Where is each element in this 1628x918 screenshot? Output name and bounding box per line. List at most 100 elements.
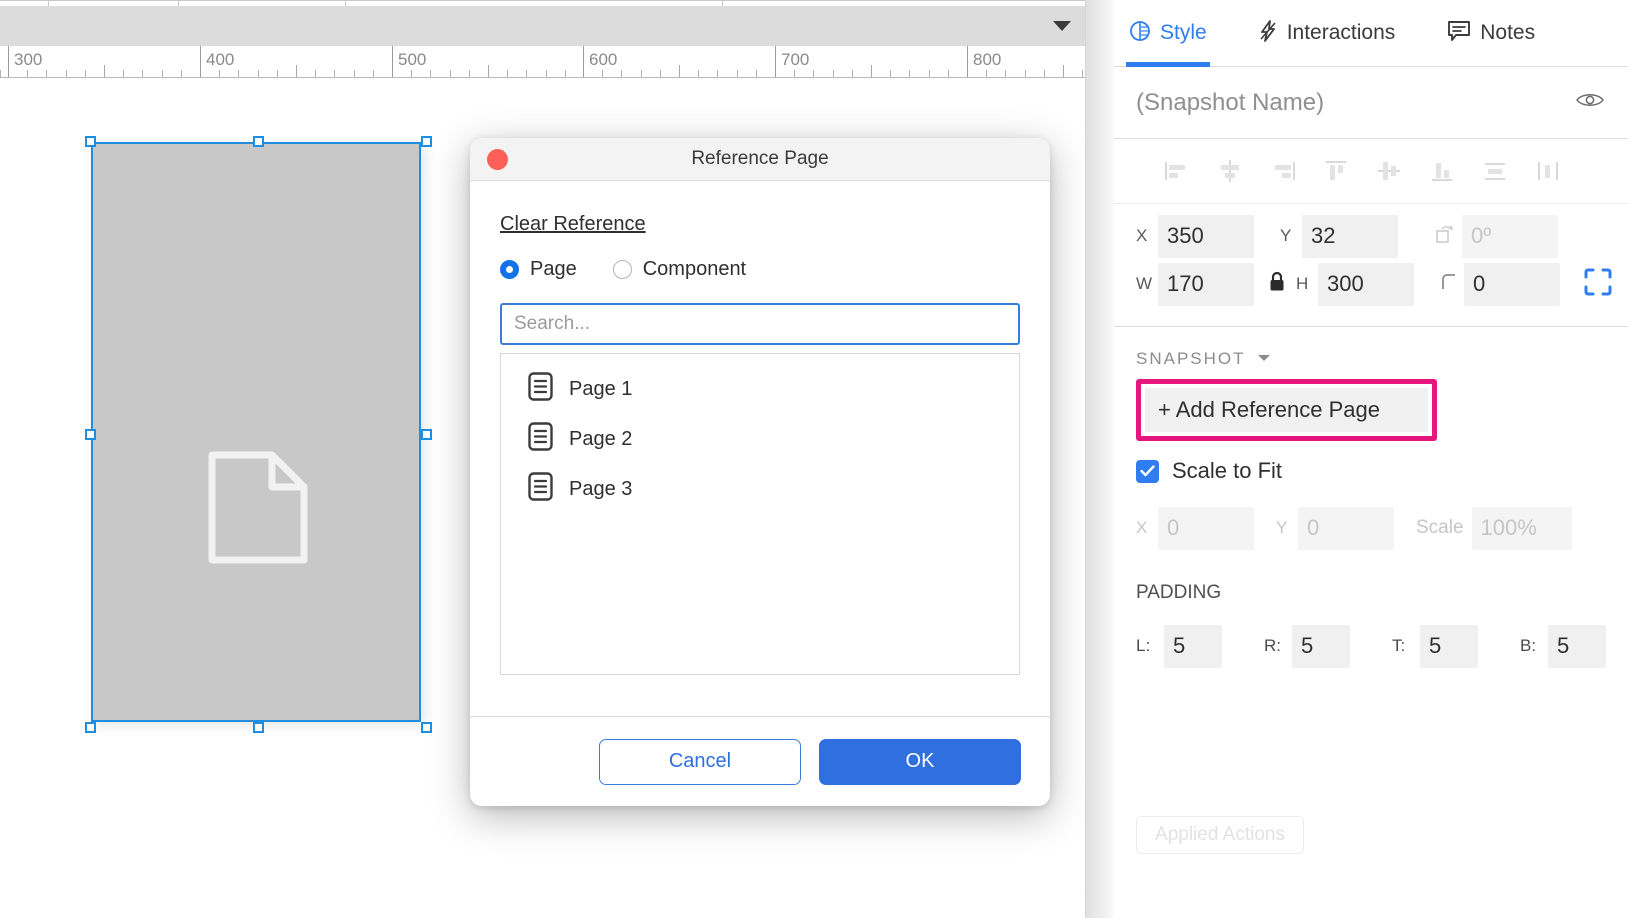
ruler-minor-tick [833, 70, 834, 77]
ruler-label: 500 [398, 50, 426, 70]
tab-strip-divider [0, 0, 1085, 1]
horizontal-ruler[interactable]: 300400500600700800 [0, 46, 1085, 78]
padding-top-input[interactable] [1420, 625, 1478, 668]
cancel-button[interactable]: Cancel [599, 739, 801, 785]
clear-reference-link[interactable]: Clear Reference [500, 213, 646, 236]
list-item[interactable]: Page 2 [501, 414, 1019, 464]
list-item[interactable]: Page 3 [501, 464, 1019, 514]
padding-left-input[interactable] [1164, 625, 1222, 668]
align-top-icon[interactable] [1309, 151, 1362, 191]
align-center-horizontal-icon[interactable] [1203, 151, 1256, 191]
ruler-minor-tick [0, 70, 1, 77]
padding-right-input[interactable] [1292, 625, 1350, 668]
page-list[interactable]: Page 1 Page 2 [500, 353, 1020, 675]
align-left-icon[interactable] [1150, 151, 1203, 191]
snapshot-x-input[interactable] [1158, 507, 1254, 550]
tab-interactions[interactable]: Interactions [1258, 0, 1396, 67]
ok-button[interactable]: OK [819, 739, 1021, 785]
ruler-minor-tick [621, 70, 622, 77]
ruler-minor-tick [1044, 70, 1045, 77]
height-input[interactable] [1318, 263, 1414, 306]
inspector-panel: Style Interactions [1085, 0, 1628, 918]
radio-option-component[interactable]: Component [613, 258, 746, 281]
align-center-vertical-icon[interactable] [1362, 151, 1415, 191]
ruler-minor-tick [277, 70, 278, 77]
selection-rectangle[interactable] [91, 142, 421, 722]
geometry-section: X Y W [1114, 204, 1628, 327]
x-label: X [1136, 226, 1158, 246]
ruler-minor-tick [737, 70, 738, 77]
radio-option-page[interactable]: Page [500, 258, 577, 281]
ruler-minor-tick [929, 70, 930, 77]
document-icon [208, 451, 308, 564]
list-item[interactable]: Page 1 [501, 364, 1019, 414]
width-input[interactable] [1158, 263, 1254, 306]
search-field[interactable] [500, 303, 1020, 345]
ruler-minor-tick [641, 70, 642, 77]
distribute-horizontal-icon[interactable] [1468, 151, 1521, 191]
applied-actions-button: Applied Actions [1136, 816, 1304, 854]
resize-handle-top-center[interactable] [253, 136, 264, 147]
lock-icon[interactable] [1268, 271, 1286, 298]
snapshot-scale-input[interactable] [1472, 507, 1572, 550]
w-label: W [1136, 274, 1158, 294]
radio-icon-selected[interactable] [500, 260, 519, 279]
chevron-down-icon[interactable] [1257, 350, 1271, 368]
resize-handle-top-right[interactable] [421, 136, 432, 147]
radio-icon-unselected[interactable] [613, 260, 632, 279]
ruler-minor-tick [852, 70, 853, 77]
resize-handle-top-left[interactable] [85, 136, 96, 147]
y-input[interactable] [1302, 215, 1398, 258]
search-input[interactable] [514, 313, 1006, 335]
rotation-input[interactable] [1462, 215, 1558, 258]
fit-content-icon[interactable] [1582, 266, 1614, 303]
add-reference-page-button[interactable]: + Add Reference Page [1145, 388, 1428, 432]
size-row: W H [1136, 260, 1628, 308]
scale-to-fit-row[interactable]: Scale to Fit [1136, 458, 1628, 484]
ruler-minor-tick [162, 70, 163, 77]
scale-to-fit-checkbox[interactable] [1136, 460, 1159, 483]
close-icon[interactable] [487, 149, 508, 170]
ruler-minor-tick [679, 65, 680, 77]
snapshot-y-input[interactable] [1298, 507, 1394, 550]
selected-object[interactable] [91, 142, 421, 722]
comment-icon [1447, 20, 1471, 47]
resize-handle-middle-left[interactable] [85, 429, 96, 440]
eye-icon[interactable] [1576, 91, 1604, 114]
ruler-minor-tick [334, 70, 335, 77]
ruler-major-tick [583, 46, 584, 78]
snapshot-section: SNAPSHOT + Add Reference Page [1114, 327, 1628, 552]
tab-style[interactable]: Style [1126, 0, 1210, 67]
snapshot-name-row: (Snapshot Name) [1114, 67, 1628, 139]
rotate-icon[interactable] [1434, 223, 1456, 250]
snapshot-name-input[interactable]: (Snapshot Name) [1136, 89, 1324, 117]
corner-radius-icon [1440, 272, 1458, 297]
ruler-label: 300 [14, 50, 42, 70]
corner-radius-input[interactable] [1464, 263, 1560, 306]
resize-handle-bottom-center[interactable] [253, 722, 264, 733]
chevron-down-icon[interactable] [1053, 21, 1071, 31]
x-input[interactable] [1158, 215, 1254, 258]
snapshot-section-header[interactable]: SNAPSHOT [1136, 349, 1628, 369]
ruler-label: 800 [973, 50, 1001, 70]
ruler-minor-tick [85, 70, 86, 77]
ruler-major-tick [967, 46, 968, 78]
ruler-minor-tick [794, 70, 795, 77]
padding-right-label: R: [1264, 636, 1292, 656]
ruler-minor-tick [813, 70, 814, 77]
align-right-icon[interactable] [1256, 151, 1309, 191]
list-item-label: Page 1 [569, 378, 632, 401]
distribute-vertical-icon[interactable] [1521, 151, 1574, 191]
ruler-minor-tick [909, 70, 910, 77]
reference-page-dialog[interactable]: Reference Page Clear Reference Page Comp… [470, 138, 1050, 806]
align-bottom-icon[interactable] [1415, 151, 1468, 191]
resize-handle-bottom-left[interactable] [85, 722, 96, 733]
ruler-minor-tick [142, 70, 143, 77]
ruler-minor-tick [430, 70, 431, 77]
ruler-minor-tick [660, 70, 661, 77]
resize-handle-bottom-right[interactable] [421, 722, 432, 733]
tab-notes[interactable]: Notes [1447, 0, 1535, 67]
padding-bottom-input[interactable] [1548, 625, 1606, 668]
resize-handle-middle-right[interactable] [421, 429, 432, 440]
add-reference-page-highlight: + Add Reference Page [1136, 379, 1437, 441]
